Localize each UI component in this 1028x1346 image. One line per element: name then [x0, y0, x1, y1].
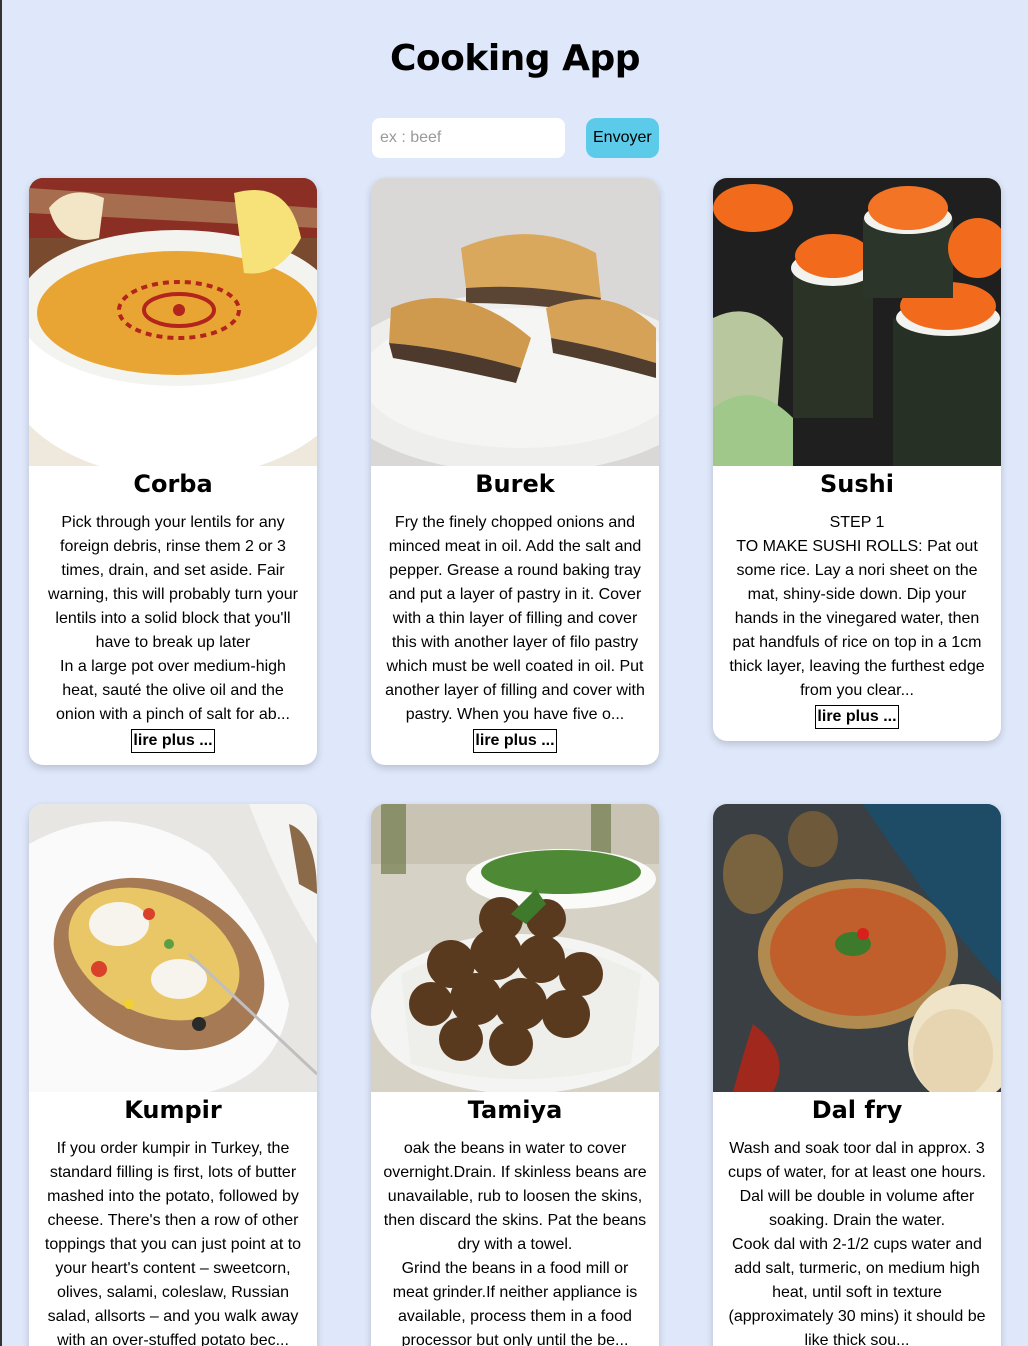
send-button[interactable]: Envoyer — [586, 118, 659, 158]
recipe-instructions: Pick through your lentils for any foreig… — [48, 514, 298, 723]
read-more-button[interactable]: lire plus ... — [815, 705, 899, 729]
recipe-card: Kumpir If you order kumpir in Turkey, th… — [29, 804, 317, 1346]
recipe-title: Dal fry — [811, 1096, 903, 1124]
recipe-title: Tamiya — [467, 1096, 563, 1124]
recipe-instructions: Wash and soak toor dal in approx. 3 cups… — [728, 1140, 986, 1346]
recipe-instructions: If you order kumpir in Turkey, the stand… — [44, 1140, 302, 1346]
recipe-title: Burek — [475, 470, 555, 498]
search-bar: Envoyer — [372, 118, 659, 158]
search-input[interactable] — [372, 118, 565, 158]
read-more-button[interactable]: lire plus ... — [131, 729, 215, 753]
recipe-instructions: Fry the finely chopped onions and minced… — [385, 514, 645, 723]
recipe-title: Sushi — [820, 470, 894, 498]
falafel-image — [371, 804, 659, 1092]
recipe-title: Kumpir — [124, 1096, 222, 1124]
dal-curry-image — [713, 804, 1001, 1092]
lentil-soup-image — [29, 178, 317, 466]
app-title: Cooking App — [390, 38, 641, 79]
recipe-instructions: oak the beans in water to cover overnigh… — [383, 1140, 647, 1346]
recipe-card: Tamiya oak the beans in water to cover o… — [371, 804, 659, 1346]
recipe-card: Corba Pick through your lentils for any … — [29, 178, 317, 765]
recipe-card: Dal fry Wash and soak toor dal in approx… — [713, 804, 1001, 1346]
recipe-card: Sushi STEP 1 TO MAKE SUSHI ROLLS: Pat ou… — [713, 178, 1001, 741]
read-more-button[interactable]: lire plus ... — [473, 729, 557, 753]
recipe-instructions: STEP 1 TO MAKE SUSHI ROLLS: Pat out some… — [729, 514, 985, 699]
sushi-rolls-image — [713, 178, 1001, 466]
burek-pastry-image — [371, 178, 659, 466]
recipe-card: Burek Fry the finely chopped onions and … — [371, 178, 659, 765]
kumpir-potato-image — [29, 804, 317, 1092]
recipe-title: Corba — [133, 470, 213, 498]
